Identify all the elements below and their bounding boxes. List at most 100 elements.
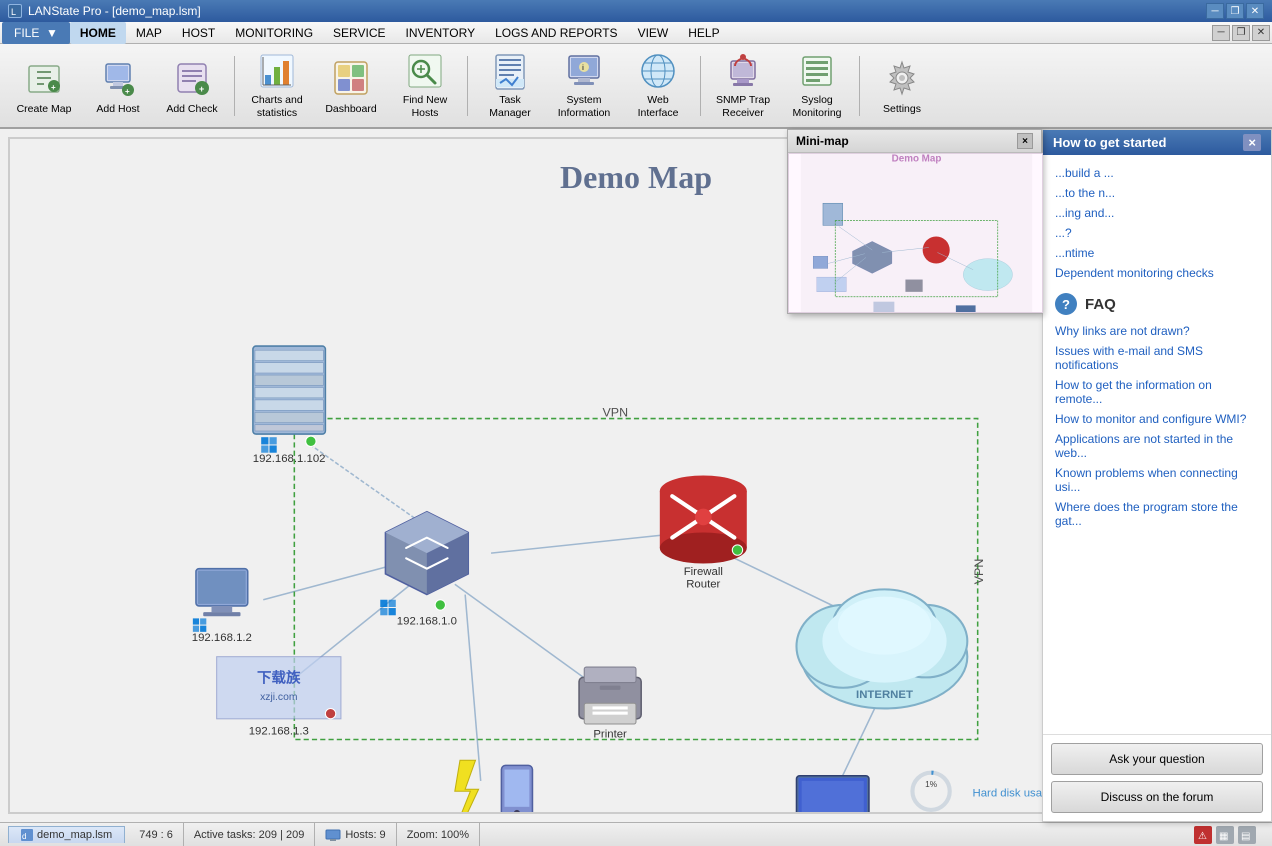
svg-text:下载族: 下载族	[257, 669, 301, 687]
faq-link-6[interactable]: Known problems when connecting usi...	[1055, 463, 1259, 497]
faq-link-1[interactable]: Why links are not drawn?	[1055, 321, 1259, 341]
svg-text:L: L	[11, 7, 16, 17]
web-interface-button[interactable]: Web Interface	[622, 49, 694, 123]
svg-text:▤: ▤	[1241, 831, 1250, 842]
status-icon-3: ▤	[1238, 826, 1256, 844]
mini-map: Mini-map × Demo Map	[787, 129, 1042, 314]
status-icon-1: ⚠	[1194, 826, 1212, 844]
svg-text:i: i	[582, 65, 584, 72]
help-link-6[interactable]: Dependent monitoring checks	[1055, 263, 1259, 283]
menu-inventory[interactable]: INVENTORY	[396, 22, 486, 44]
sysinfo-icon: i	[562, 51, 606, 91]
menu-help[interactable]: HELP	[678, 22, 729, 44]
main-area: Demo Map VPN VPN	[0, 129, 1272, 822]
help-link-3[interactable]: ...ing and...	[1055, 203, 1259, 223]
file-tab-icon: d	[21, 829, 33, 841]
hosts-icon	[325, 829, 341, 841]
discuss-forum-button[interactable]: Discuss on the forum	[1051, 781, 1263, 813]
svg-text:VPN: VPN	[972, 559, 986, 585]
ask-question-button[interactable]: Ask your question	[1051, 743, 1263, 775]
snmp-trap-button[interactable]: SNMP Trap Receiver	[707, 49, 779, 123]
svg-text:Router: Router	[686, 578, 720, 590]
tb-sep-1	[234, 56, 235, 116]
add-host-button[interactable]: + Add Host	[82, 49, 154, 123]
charts-button[interactable]: Charts and statistics	[241, 49, 313, 123]
minimize-button[interactable]: ─	[1206, 3, 1224, 19]
mini-map-close-button[interactable]: ×	[1017, 133, 1033, 149]
svg-text:192.168.1.3: 192.168.1.3	[249, 725, 309, 737]
close-button[interactable]: ✕	[1246, 3, 1264, 19]
mini-map-image: Demo Map	[788, 153, 1043, 313]
dashboard-label: Dashboard	[325, 103, 376, 116]
sys-info-button[interactable]: i System Information	[548, 49, 620, 123]
svg-text:INTERNET: INTERNET	[856, 689, 913, 701]
zoom-value: Zoom: 100%	[407, 829, 469, 841]
inner-close[interactable]: ✕	[1252, 25, 1270, 41]
add-check-label: Add Check	[166, 103, 217, 116]
help-link-1[interactable]: ...build a ...	[1055, 163, 1259, 183]
restore-button[interactable]: ❐	[1226, 3, 1244, 19]
faq-title: FAQ	[1085, 296, 1116, 313]
help-footer: Ask your question Discuss on the forum	[1043, 734, 1271, 821]
menu-service[interactable]: SERVICE	[323, 22, 395, 44]
find-hosts-label: Find New Hosts	[394, 94, 456, 119]
menu-file[interactable]: FILE ▼	[2, 22, 70, 44]
toolbar: + Create Map + Add Host	[0, 44, 1272, 129]
syslog-label: Syslog Monitoring	[786, 94, 848, 119]
svg-text:+: +	[51, 83, 56, 92]
settings-button[interactable]: Settings	[866, 49, 938, 123]
faq-link-5[interactable]: Applications are not started in the web.…	[1055, 429, 1259, 463]
hosts-segment: Hosts: 9	[315, 823, 396, 846]
task-manager-button[interactable]: Task Manager	[474, 49, 546, 123]
help-link-4[interactable]: ...?	[1055, 223, 1259, 243]
menu-host[interactable]: HOST	[172, 22, 225, 44]
help-title: How to get started	[1053, 135, 1166, 150]
menu-view[interactable]: VIEW	[628, 22, 679, 44]
dashboard-button[interactable]: Dashboard	[315, 49, 387, 123]
svg-text:+: +	[199, 84, 204, 94]
menu-map[interactable]: MAP	[126, 22, 172, 44]
syslog-button[interactable]: Syslog Monitoring	[781, 49, 853, 123]
inner-minimize[interactable]: ─	[1212, 25, 1230, 41]
svg-text:192.168.1.102: 192.168.1.102	[253, 453, 326, 465]
settings-icon	[880, 56, 924, 100]
svg-text:192.168.1.0: 192.168.1.0	[397, 616, 457, 628]
help-link-5[interactable]: ...ntime	[1055, 243, 1259, 263]
find-icon	[403, 51, 447, 91]
faq-link-3[interactable]: How to get the information on remote...	[1055, 375, 1259, 409]
active-tasks-value: Active tasks: 209 | 209	[194, 829, 304, 841]
faq-link-2[interactable]: Issues with e-mail and SMS notifications	[1055, 341, 1259, 375]
status-icon-2: ▦	[1216, 826, 1234, 844]
menu-logs[interactable]: LOGS AND REPORTS	[485, 22, 627, 44]
faq-link-4[interactable]: How to monitor and configure WMI?	[1055, 409, 1259, 429]
snmp-trap-label: SNMP Trap Receiver	[712, 94, 774, 119]
add-host-label: Add Host	[96, 103, 139, 116]
svg-text:xzji.com: xzji.com	[260, 692, 297, 703]
menu-monitoring[interactable]: MONITORING	[225, 22, 323, 44]
settings-label: Settings	[883, 103, 921, 116]
help-body: ...build a ... ...to the n... ...ing and…	[1043, 155, 1271, 734]
map-icon: +	[22, 56, 66, 100]
host-icon: +	[96, 56, 140, 100]
help-close-icon[interactable]: ×	[1243, 134, 1261, 151]
add-check-button[interactable]: + Add Check	[156, 49, 228, 123]
svg-text:Printer: Printer	[593, 728, 627, 740]
menu-home[interactable]: HOME	[70, 22, 126, 44]
inner-restore[interactable]: ❐	[1232, 25, 1250, 41]
svg-text:192.168.1.2: 192.168.1.2	[192, 632, 252, 644]
help-panel: How to get started × ...build a ... ...t…	[1042, 129, 1272, 822]
web-icon	[636, 51, 680, 91]
help-link-2[interactable]: ...to the n...	[1055, 183, 1259, 203]
snmp-icon	[721, 51, 765, 91]
find-hosts-button[interactable]: Find New Hosts	[389, 49, 461, 123]
create-map-button[interactable]: + Create Map	[8, 49, 80, 123]
window-controls[interactable]: ─ ❐ ✕	[1206, 3, 1264, 19]
check-icon: +	[170, 56, 214, 100]
file-tab[interactable]: d demo_map.lsm	[8, 826, 125, 843]
syslog-icon	[795, 51, 839, 91]
svg-text:+: +	[125, 87, 130, 96]
chart-icon	[255, 51, 299, 91]
hosts-value: Hosts: 9	[345, 829, 385, 841]
svg-text:Demo Map: Demo Map	[892, 154, 942, 164]
faq-link-7[interactable]: Where does the program store the gat...	[1055, 497, 1259, 531]
